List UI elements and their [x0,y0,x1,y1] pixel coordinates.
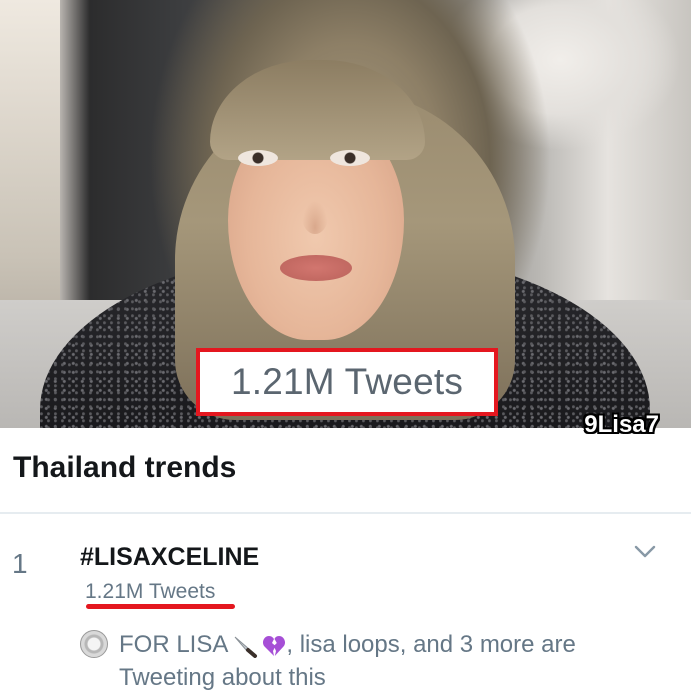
divider [0,512,691,514]
nose [302,200,328,234]
left-eye [238,150,278,166]
avatar [80,630,108,658]
right-eye [330,150,370,166]
watermark: 9Lisa7 [584,411,659,438]
trend-hashtag[interactable]: #LISAXCELINE [80,543,259,572]
lips [280,255,352,281]
trend-context: FOR LISA , lisa loops, and 3 more are Tw… [119,628,659,694]
context-user-name: FOR LISA [119,631,229,658]
broken-heart-emoji-icon [263,635,286,656]
trend-rank: 1 [12,548,28,579]
tweet-count-highlight-text: 1.21M Tweets [230,361,464,402]
trend-tweet-count: 1.21M Tweets [85,580,216,603]
red-underline [86,604,235,609]
knife-emoji-icon [234,636,258,658]
chevron-down-icon[interactable] [634,545,656,559]
section-title: Thailand trends [13,451,237,484]
tweet-count-highlight-box: 1.21M Tweets [196,348,498,416]
